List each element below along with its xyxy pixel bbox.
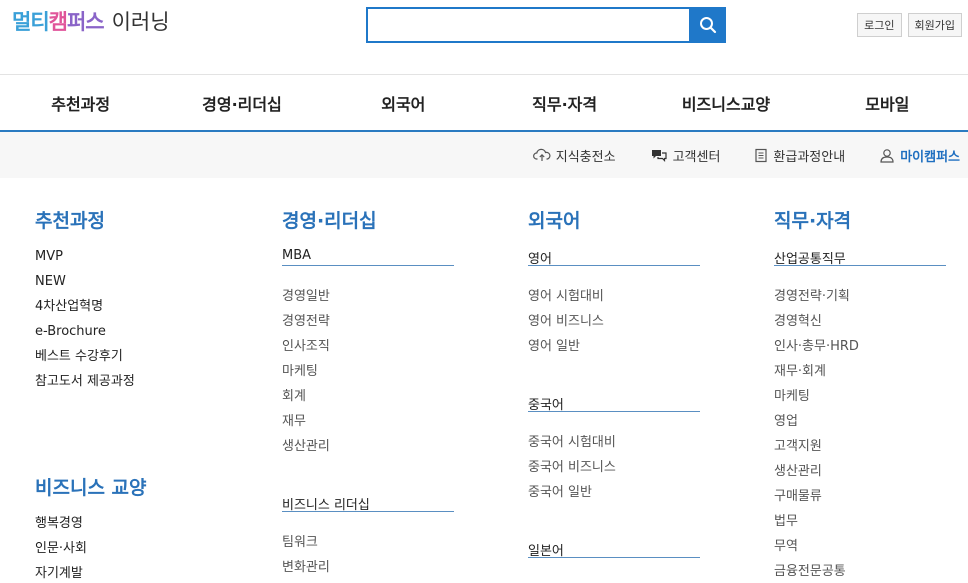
quicklink-refund-label: 환급과정안내 bbox=[773, 149, 846, 165]
list-item[interactable]: 인사·총무·HRD bbox=[774, 334, 859, 359]
industry-common-list: 경영전략·기획 경영혁신 인사·총무·HRD 재무·회계 마케팅 영업 고객지원… bbox=[774, 284, 859, 583]
list-item[interactable]: 생산관리 bbox=[774, 459, 859, 484]
list-item[interactable]: 4차산업혁명 bbox=[35, 294, 135, 319]
list-item[interactable]: 중국어 일반 bbox=[528, 480, 616, 505]
list-item[interactable]: 구매물류 bbox=[774, 484, 859, 509]
nav-mobile[interactable]: 모바일 bbox=[807, 75, 968, 130]
column-title-business-culture[interactable]: 비즈니스 교양 bbox=[35, 473, 147, 500]
logo-part1: 멀티 bbox=[12, 10, 50, 34]
business-culture-list: 행복경영 인문·사회 자기계발 bbox=[35, 511, 87, 583]
list-item[interactable]: 경영일반 bbox=[282, 284, 330, 309]
quicklink-knowledge-label: 지식충전소 bbox=[555, 149, 616, 165]
list-item[interactable]: 마케팅 bbox=[774, 384, 859, 409]
nav-business-culture[interactable]: 비즈니스교양 bbox=[645, 75, 806, 130]
subheading-business-leadership[interactable]: 비즈니스 리더십 bbox=[282, 494, 454, 513]
nav-language[interactable]: 외국어 bbox=[323, 75, 484, 130]
list-item[interactable]: 변화관리 bbox=[282, 555, 330, 580]
search-input[interactable] bbox=[366, 7, 689, 43]
list-item[interactable]: 영어 비즈니스 bbox=[528, 309, 604, 334]
list-item[interactable]: 금융전문공통 bbox=[774, 559, 859, 583]
list-item[interactable]: NEW bbox=[35, 269, 135, 294]
header: 멀티캠퍼스 이러닝 로그인 회원가입 bbox=[0, 0, 968, 74]
list-item[interactable]: 참고도서 제공과정 bbox=[35, 369, 135, 394]
list-item[interactable]: 마케팅 bbox=[282, 359, 330, 384]
list-item[interactable]: 경영전략·기획 bbox=[774, 284, 859, 309]
subheading-industry-common[interactable]: 산업공통직무 bbox=[774, 248, 946, 267]
logo-suffix: 이러닝 bbox=[111, 10, 170, 34]
column-title-language[interactable]: 외국어 bbox=[528, 206, 580, 233]
document-icon bbox=[755, 148, 768, 162]
list-item[interactable]: 중국어 시험대비 bbox=[528, 430, 616, 455]
business-leadership-list: 팀워크 변화관리 bbox=[282, 530, 330, 580]
subheading-english[interactable]: 영어 bbox=[528, 248, 700, 267]
quicklink-support-label: 고객센터 bbox=[672, 149, 721, 165]
search-icon bbox=[699, 17, 716, 34]
list-item[interactable]: 인사조직 bbox=[282, 334, 330, 359]
signup-button[interactable]: 회원가입 bbox=[907, 13, 962, 37]
list-item[interactable]: 회계 bbox=[282, 384, 330, 409]
logo[interactable]: 멀티캠퍼스 이러닝 bbox=[12, 6, 170, 36]
english-list: 영어 시험대비 영어 비즈니스 영어 일반 bbox=[528, 284, 604, 359]
list-item[interactable]: 팀워크 bbox=[282, 530, 330, 555]
list-item[interactable]: 중국어 비즈니스 bbox=[528, 455, 616, 480]
search-bar bbox=[366, 7, 726, 43]
logo-part3: 퍼스 bbox=[66, 10, 105, 34]
list-item[interactable]: 베스트 수강후기 bbox=[35, 344, 135, 369]
cloud-upload-icon bbox=[532, 148, 551, 161]
chinese-list: 중국어 시험대비 중국어 비즈니스 중국어 일반 bbox=[528, 430, 616, 505]
quicklink-refund[interactable]: 환급과정안내 bbox=[754, 146, 845, 165]
column-title-management[interactable]: 경영·리더십 bbox=[282, 206, 377, 233]
logo-part2: 캠 bbox=[48, 10, 68, 34]
list-item[interactable]: 재무 bbox=[282, 409, 330, 434]
list-item[interactable]: 영어 일반 bbox=[528, 334, 604, 359]
list-item[interactable]: 재무·회계 bbox=[774, 359, 859, 384]
login-button[interactable]: 로그인 bbox=[857, 13, 902, 37]
list-item[interactable]: 경영전략 bbox=[282, 309, 330, 334]
list-item[interactable]: 영업 bbox=[774, 409, 859, 434]
list-item[interactable]: MVP bbox=[35, 244, 135, 269]
list-item[interactable]: 인문·사회 bbox=[35, 536, 87, 561]
list-item[interactable]: e-Brochure bbox=[35, 319, 135, 344]
nav-recommended[interactable]: 추천과정 bbox=[0, 75, 161, 130]
quicklink-mycampus-label: 마이캠퍼스 bbox=[900, 149, 960, 165]
nav-job[interactable]: 직무·자격 bbox=[484, 75, 645, 130]
mega-menu: 추천과정 MVP NEW 4차산업혁명 e-Brochure 베스트 수강후기 … bbox=[0, 178, 968, 583]
list-item[interactable]: 행복경영 bbox=[35, 511, 87, 536]
list-item[interactable]: 무역 bbox=[774, 534, 859, 559]
chat-bubble-icon bbox=[651, 150, 667, 162]
subheading-mba[interactable]: MBA bbox=[282, 248, 454, 266]
subheading-japanese[interactable]: 일본어 bbox=[528, 540, 700, 559]
list-item[interactable]: 법무 bbox=[774, 509, 859, 534]
search-button[interactable] bbox=[689, 7, 726, 43]
quick-links-bar: 지식충전소 고객센터 환급과정안내 마이캠퍼스 bbox=[0, 132, 968, 178]
main-nav: 추천과정 경영·리더십 외국어 직무·자격 비즈니스교양 모바일 bbox=[0, 74, 968, 132]
list-item[interactable]: 생산관리 bbox=[282, 434, 330, 459]
recommended-list: MVP NEW 4차산업혁명 e-Brochure 베스트 수강후기 참고도서 … bbox=[35, 244, 135, 394]
column-title-job[interactable]: 직무·자격 bbox=[774, 206, 851, 233]
user-icon bbox=[880, 148, 894, 163]
column-title-recommended[interactable]: 추천과정 bbox=[35, 206, 105, 233]
list-item[interactable]: 영어 시험대비 bbox=[528, 284, 604, 309]
list-item[interactable]: 고객지원 bbox=[774, 434, 859, 459]
quicklink-knowledge[interactable]: 지식충전소 bbox=[532, 146, 616, 165]
list-item[interactable]: 자기계발 bbox=[35, 561, 87, 583]
quicklink-support[interactable]: 고객센터 bbox=[650, 146, 721, 165]
nav-management[interactable]: 경영·리더십 bbox=[161, 75, 322, 130]
subheading-chinese[interactable]: 중국어 bbox=[528, 394, 700, 413]
mba-list: 경영일반 경영전략 인사조직 마케팅 회계 재무 생산관리 bbox=[282, 284, 330, 459]
quicklink-mycampus[interactable]: 마이캠퍼스 bbox=[879, 146, 960, 165]
list-item[interactable]: 경영혁신 bbox=[774, 309, 859, 334]
util-menu: 로그인 회원가입 bbox=[857, 13, 962, 37]
